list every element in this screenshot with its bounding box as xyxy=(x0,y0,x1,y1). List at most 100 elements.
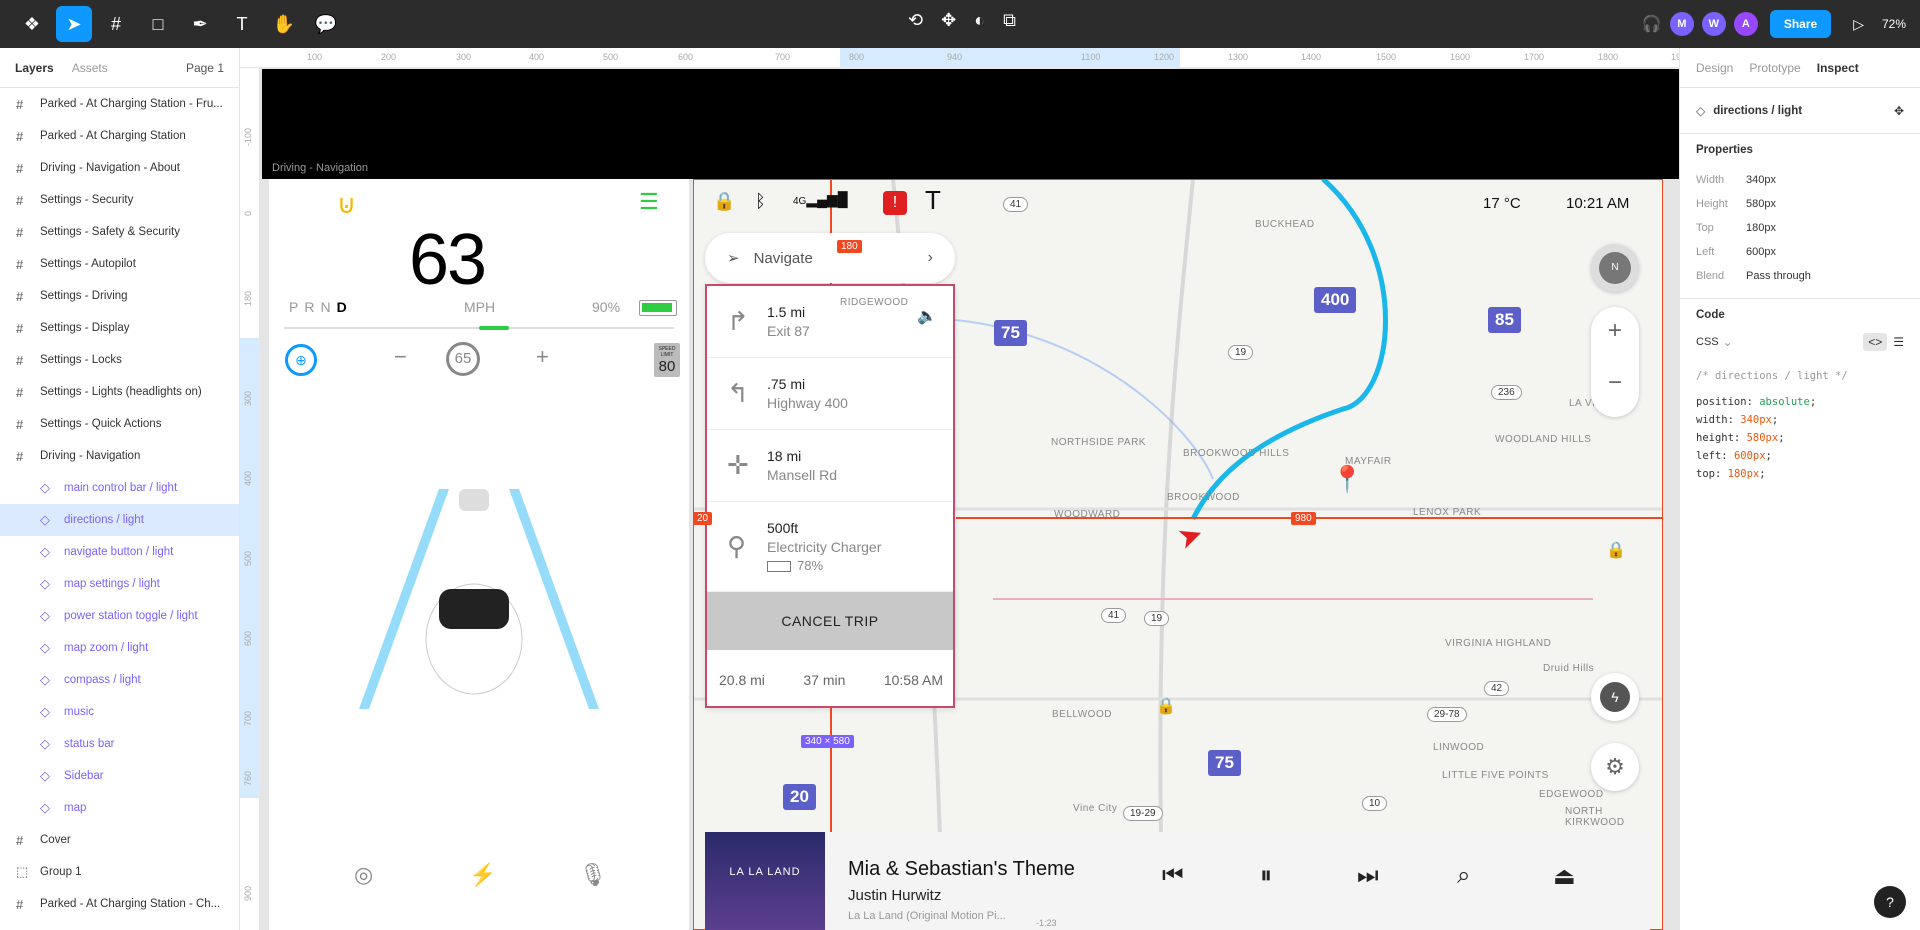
camera-icon[interactable]: ◎ xyxy=(354,862,373,888)
layer-item[interactable]: ◇ map settings / light xyxy=(0,568,239,600)
tab-design[interactable]: Design xyxy=(1696,61,1733,75)
page-selector[interactable]: Page 1 xyxy=(186,61,224,75)
turn-arrow-icon: ⚲ xyxy=(727,531,747,561)
property-value[interactable]: 340px xyxy=(1746,174,1776,186)
charging-icon[interactable]: ⚡ xyxy=(469,862,496,888)
layer-item[interactable]: ◇ navigate button / light xyxy=(0,536,239,568)
layer-item[interactable]: ◇ map zoom / light xyxy=(0,632,239,664)
cruise-speed[interactable]: 65 xyxy=(446,342,480,376)
layer-item[interactable]: ◇ music xyxy=(0,696,239,728)
code-view-icon[interactable]: <> xyxy=(1863,333,1888,351)
layer-item[interactable]: # Settings - Autopilot xyxy=(0,248,239,280)
expand-icon[interactable]: ⏏ xyxy=(1553,862,1576,891)
zoom-in-icon[interactable]: + xyxy=(1591,307,1639,345)
hand-tool-icon[interactable]: ✋ xyxy=(266,6,302,42)
pen-tool-icon[interactable]: ✒ xyxy=(182,6,218,42)
layer-item[interactable]: ◇ directions / light xyxy=(0,504,239,536)
layer-item[interactable]: ◇ power station toggle / light xyxy=(0,600,239,632)
steering-wheel-icon[interactable]: ⊕ xyxy=(285,344,317,376)
help-icon[interactable]: ? xyxy=(1874,886,1906,918)
layer-item[interactable]: # Cover xyxy=(0,824,239,856)
property-value[interactable]: 580px xyxy=(1746,198,1776,210)
present-icon[interactable]: ▷ xyxy=(1853,16,1864,33)
text-tool-icon[interactable]: T xyxy=(224,6,260,42)
cruise-plus-button[interactable]: + xyxy=(536,344,549,370)
search-icon[interactable]: ⌕ xyxy=(1457,862,1470,890)
layer-item[interactable]: # Driving - Navigation xyxy=(0,440,239,472)
layer-item[interactable]: # Settings - Security xyxy=(0,184,239,216)
pause-icon[interactable]: ⏸ xyxy=(1260,862,1272,890)
go-to-component-icon[interactable]: ✥ xyxy=(1894,104,1904,118)
component-icon[interactable]: ⟲ xyxy=(908,10,923,31)
compass-button[interactable]: N xyxy=(1591,244,1639,292)
avatar[interactable]: A xyxy=(1733,12,1758,36)
zoom-level[interactable]: 72% xyxy=(1882,17,1906,31)
move-tool-icon[interactable]: ➤ xyxy=(56,6,92,42)
code-language-select[interactable]: CSS xyxy=(1696,336,1719,348)
component-icon: ◇ xyxy=(40,512,50,527)
track-album: La La Land (Original Motion Pi... xyxy=(848,910,1006,922)
layer-item[interactable]: # Driving - Navigation - About xyxy=(0,152,239,184)
ruler-tick: 400 xyxy=(243,470,253,486)
layer-item[interactable]: # Settings - Safety & Security xyxy=(0,216,239,248)
tire-pressure-icon: ⊍ xyxy=(337,189,357,219)
ruler-tick: 500 xyxy=(243,550,253,566)
shape-tool-icon[interactable]: □ xyxy=(140,6,176,42)
ruler-tick: 300 xyxy=(243,390,253,406)
layer-item[interactable]: ◇ main control bar / light xyxy=(0,472,239,504)
tesla-logo-icon[interactable]: T xyxy=(925,185,941,216)
layer-item[interactable]: ◇ map xyxy=(0,792,239,824)
layer-item[interactable]: ◇ compass / light xyxy=(0,664,239,696)
code-prop: width: xyxy=(1696,414,1734,426)
avatar[interactable]: M xyxy=(1669,12,1694,36)
zoom-out-icon[interactable]: − xyxy=(1591,345,1639,397)
boolean-icon[interactable]: ⧉ xyxy=(1003,10,1016,31)
layer-item[interactable]: # Settings - Lights (headlights on) xyxy=(0,376,239,408)
frame-tool-icon[interactable]: # xyxy=(98,6,134,42)
speed-value: 63 xyxy=(409,220,487,300)
canvas[interactable]: 0 100 200 300 400 500 600 700 800 940 1100 1200 1300… xyxy=(240,48,1679,930)
avatar[interactable]: W xyxy=(1701,12,1726,36)
share-button[interactable]: Share xyxy=(1769,10,1832,38)
tab-assets[interactable]: Assets xyxy=(72,61,108,75)
property-value[interactable]: Pass through xyxy=(1746,270,1811,282)
property-value[interactable]: 600px xyxy=(1746,246,1776,258)
tab-layers[interactable]: Layers xyxy=(15,61,54,75)
list-view-icon[interactable]: ☰ xyxy=(1893,335,1904,349)
layer-item[interactable]: ◇ status bar xyxy=(0,728,239,760)
layer-item[interactable]: # Parked - At Charging Station - Fru... xyxy=(0,88,239,120)
property-row: Blend Pass through xyxy=(1696,264,1904,288)
layer-item[interactable]: # Settings - Driving xyxy=(0,280,239,312)
contrast-icon[interactable]: ◐ xyxy=(974,10,985,31)
microphone-icon[interactable]: 🎙 xyxy=(579,862,607,888)
cancel-trip-button[interactable]: CANCEL TRIP xyxy=(707,592,953,650)
instance-icon[interactable]: ✥ xyxy=(941,10,956,31)
charging-station-pin-icon[interactable]: 📍 xyxy=(1331,464,1363,495)
layer-item[interactable]: # Parked - At Charging Station - Ch... xyxy=(0,888,239,920)
layer-item[interactable]: # Settings - Locks xyxy=(0,344,239,376)
power-station-toggle[interactable]: ϟ xyxy=(1591,673,1639,721)
layer-item[interactable]: ◇ Sidebar xyxy=(0,760,239,792)
ruler-tick: 940 xyxy=(947,52,963,62)
canvas-black-area xyxy=(262,69,1679,179)
map[interactable]: 🔒 ᛒ 4G▂▄▆█ ! T 17 °C 10:21 AM ➢ Navigate… xyxy=(693,179,1663,930)
comment-tool-icon[interactable]: 💬 xyxy=(308,6,344,42)
alert-icon[interactable]: ! xyxy=(883,191,907,215)
layer-item[interactable]: # Settings - Quick Actions xyxy=(0,408,239,440)
tab-inspect[interactable]: Inspect xyxy=(1817,61,1859,75)
layer-item[interactable]: # Parked - At Charging Station xyxy=(0,120,239,152)
layer-item[interactable]: # Settings - Display xyxy=(0,312,239,344)
tab-prototype[interactable]: Prototype xyxy=(1749,61,1800,75)
layer-item[interactable]: ⬚ Group 1 xyxy=(0,856,239,888)
frame-label[interactable]: Driving - Navigation xyxy=(272,162,368,174)
next-track-icon[interactable]: ⏭ xyxy=(1357,862,1379,890)
previous-track-icon[interactable]: ⏮ xyxy=(1162,862,1184,890)
map-settings-button[interactable]: ⚙ xyxy=(1591,743,1639,791)
property-value[interactable]: 180px xyxy=(1746,222,1776,234)
audio-icon[interactable]: 🎧 xyxy=(1642,14,1662,34)
ruler-tick: 1800 xyxy=(1598,52,1619,62)
figma-menu-icon[interactable]: ❖ xyxy=(14,6,50,42)
volume-icon[interactable]: 🔈 xyxy=(917,306,937,326)
navigate-button[interactable]: ➢ Navigate › xyxy=(705,233,955,283)
cruise-minus-button[interactable]: − xyxy=(394,344,407,370)
